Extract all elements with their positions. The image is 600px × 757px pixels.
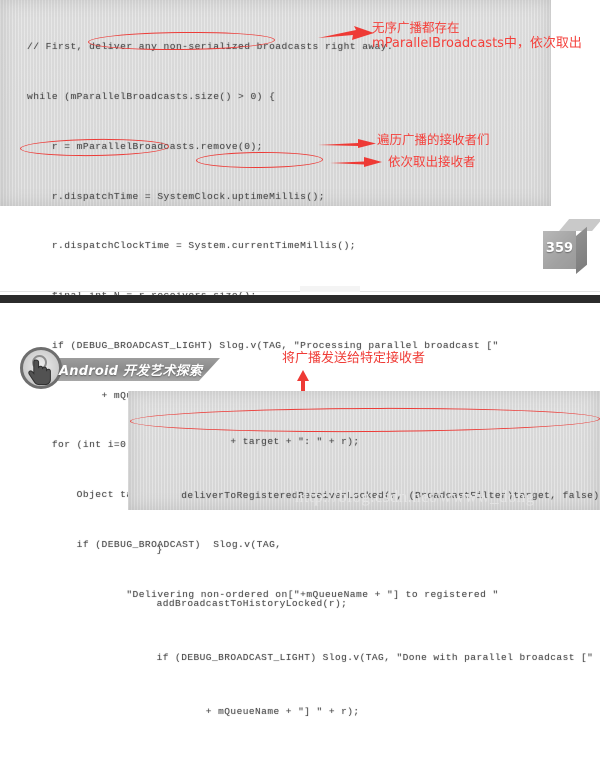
annotation-note-1-line2: mParallelBroadcasts中，依次取出 [372, 36, 582, 51]
code-line: r.dispatchTime = SystemClock.uptimeMilli… [27, 190, 325, 202]
annotation-arrow-1 [318, 26, 376, 44]
annotation-arrow-2 [318, 136, 378, 150]
cube-top-face [559, 219, 600, 231]
annotation-note-2: 遍历广播的接收者们 [377, 132, 490, 147]
hand-pointer-icon [28, 357, 54, 387]
annotation-note-4: 将广播发送给特定接收者 [282, 351, 426, 366]
code-line: while (mParallelBroadcasts.size() > 0) { [27, 90, 276, 102]
csdn-watermark: http://blog.csdn.net/wwww_dong [295, 487, 535, 506]
page-number-label: 359 [545, 241, 574, 256]
code-line: if (DEBUG_BROADCAST_LIGHT) Slog.v(TAG, "… [132, 652, 594, 663]
logo-title-text: Android 开发艺术探索 [59, 364, 203, 379]
annotation-arrow-3 [330, 155, 384, 169]
page-number-cube: 359 [538, 219, 600, 277]
top-code-scan-panel: // First, deliver any non-serialized bro… [0, 0, 551, 600]
code-line: + target + ": " + r); [132, 436, 360, 447]
android-book-logo: Android 开发艺术探索 [14, 346, 224, 390]
top-code-listing: // First, deliver any non-serialized bro… [0, 0, 551, 600]
code-line: } [132, 544, 163, 555]
code-line: + mQueueName + "] " + r); [132, 706, 360, 717]
cube-side-face [576, 226, 587, 274]
section-divider-bar [0, 295, 600, 303]
code-line: addBroadcastToHistoryLocked(r); [132, 598, 348, 609]
code-line: r.dispatchClockTime = System.currentTime… [27, 240, 356, 252]
annotation-note-1-line1: 无序广播都存在 [372, 20, 460, 35]
section-hairline-accent [300, 286, 360, 292]
annotation-note-3: 依次取出接收者 [388, 154, 476, 169]
